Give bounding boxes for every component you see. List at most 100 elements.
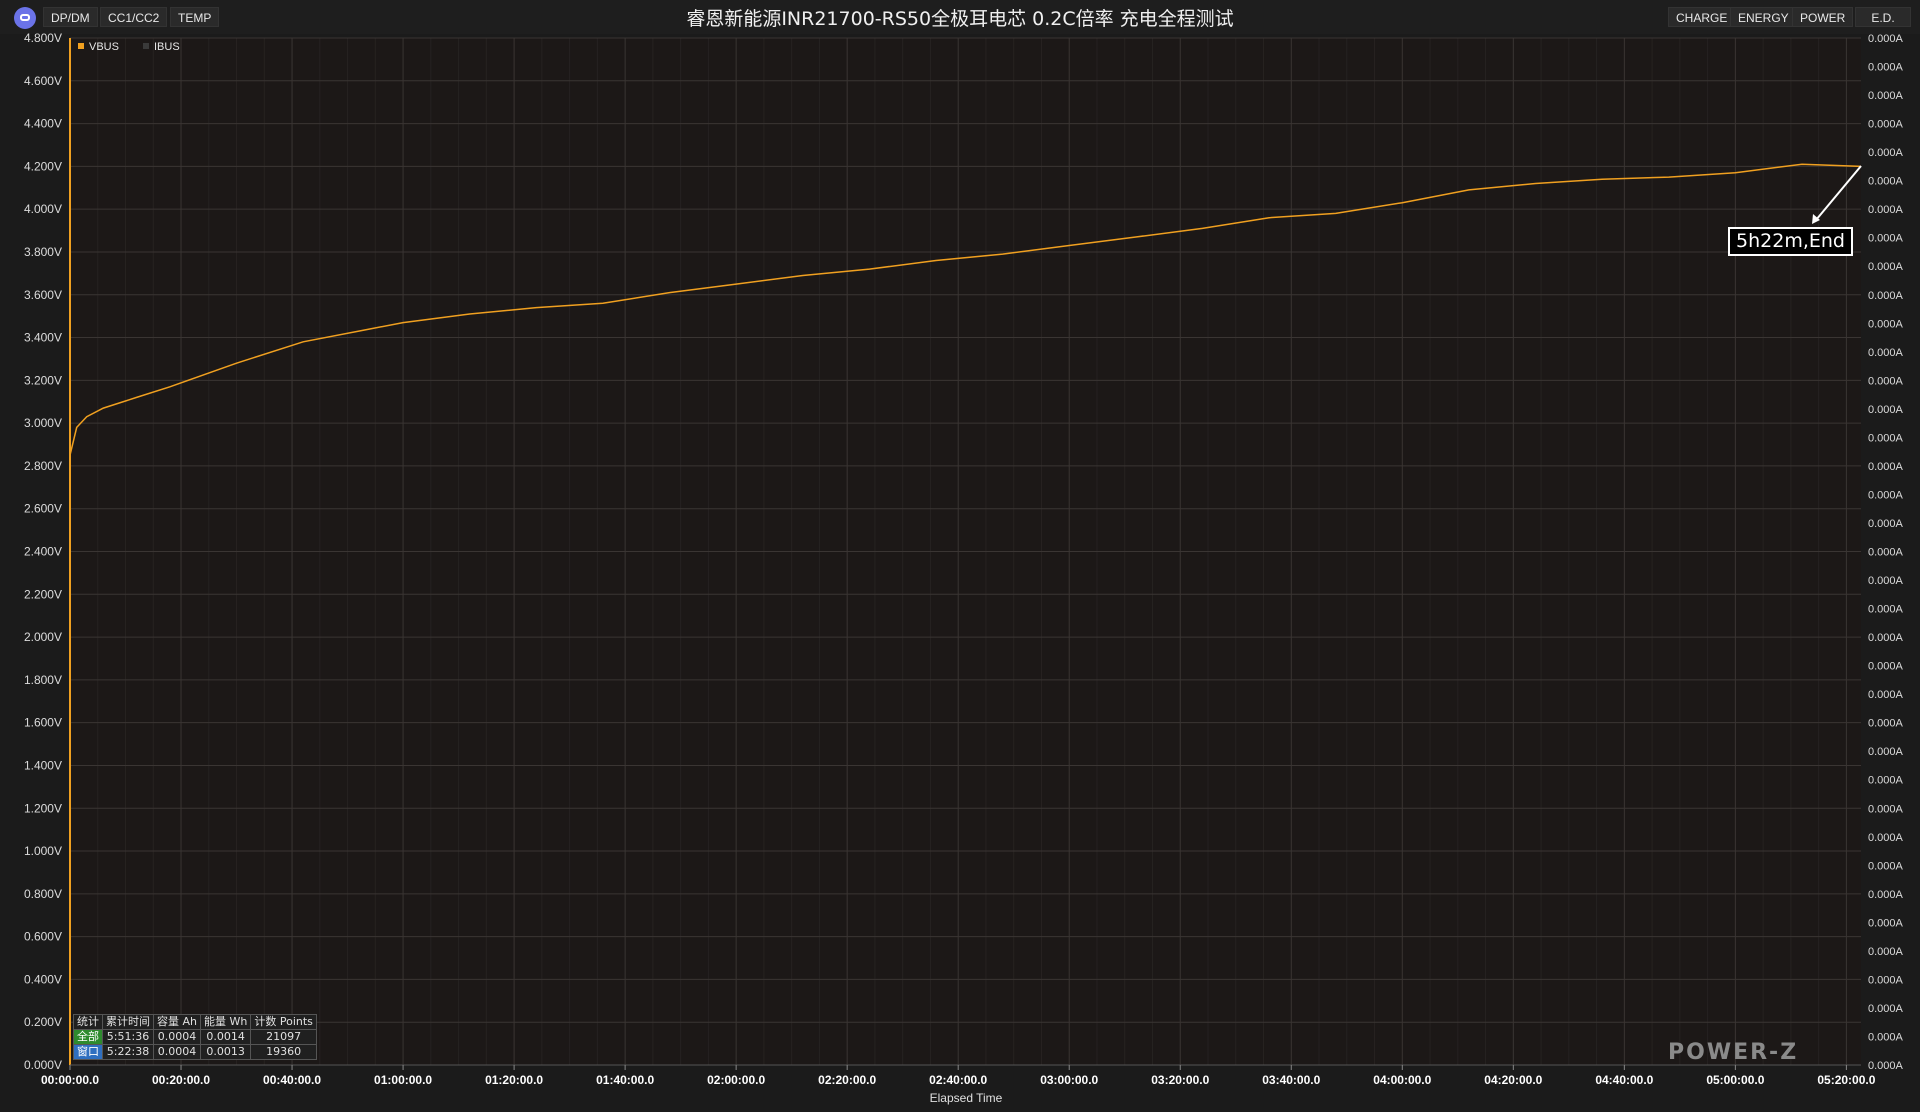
x-tick-label: 03:40:00.0 bbox=[1262, 1073, 1320, 1087]
stats-row-label: 全部 bbox=[73, 1029, 103, 1045]
y2-tick-label: 0.000A bbox=[1868, 1031, 1904, 1043]
stats-capacity: 0.0004 bbox=[153, 1029, 201, 1045]
y2-tick-label: 0.000A bbox=[1868, 147, 1904, 159]
y2-tick-label: 0.000A bbox=[1868, 432, 1904, 444]
y-tick-label: 1.200V bbox=[24, 801, 62, 815]
y2-tick-label: 0.000A bbox=[1868, 661, 1904, 673]
y-tick-label: 4.000V bbox=[24, 202, 62, 216]
y2-tick-label: 0.000A bbox=[1868, 689, 1904, 701]
y-tick-label: 2.200V bbox=[24, 587, 62, 601]
stats-row-label: 窗口 bbox=[73, 1044, 103, 1060]
y-tick-label: 3.400V bbox=[24, 331, 62, 345]
y-tick-label: 4.600V bbox=[24, 74, 62, 88]
y2-tick-label: 0.000A bbox=[1868, 518, 1904, 530]
y-tick-label: 3.200V bbox=[24, 373, 62, 387]
y2-tick-label: 0.000A bbox=[1868, 946, 1904, 958]
y2-tick-label: 0.000A bbox=[1868, 347, 1904, 359]
x-tick-label: 02:40:00.0 bbox=[929, 1073, 987, 1087]
y-tick-label: 0.600V bbox=[24, 930, 62, 944]
stats-header-cell: 计数 Points bbox=[250, 1014, 317, 1030]
x-tick-label: 05:20:00.0 bbox=[1817, 1073, 1875, 1087]
stats-header-cell: 累计时间 bbox=[102, 1014, 154, 1030]
x-tick-label: 00:20:00.0 bbox=[152, 1073, 210, 1087]
y-tick-label: 4.200V bbox=[24, 159, 62, 173]
x-tick-label: 00:00:00.0 bbox=[41, 1073, 99, 1087]
legend-swatch-ibus bbox=[143, 43, 149, 49]
x-tick-label: 01:20:00.0 bbox=[485, 1073, 543, 1087]
x-axis-label: Elapsed Time bbox=[930, 1091, 1003, 1105]
stats-time: 5:51:36 bbox=[102, 1029, 154, 1045]
legend-label-ibus[interactable]: IBUS bbox=[154, 41, 180, 53]
y2-tick-label: 0.000A bbox=[1868, 917, 1904, 929]
annotation-box: 5h22m,End bbox=[1728, 227, 1853, 256]
y2-tick-label: 0.000A bbox=[1868, 261, 1904, 273]
y-tick-label: 1.800V bbox=[24, 673, 62, 687]
x-tick-label: 03:00:00.0 bbox=[1040, 1073, 1098, 1087]
y-tick-label: 2.400V bbox=[24, 545, 62, 559]
x-tick-label: 03:20:00.0 bbox=[1151, 1073, 1209, 1087]
y-tick-label: 0.400V bbox=[24, 972, 62, 986]
chart-canvas: 0.000V 0.200V 0.400V 0.600V 0.800V 1.000V 1.20… bbox=[24, 31, 1904, 1105]
y-tick-label: 2.000V bbox=[24, 630, 62, 644]
y-tick-label: 0.800V bbox=[24, 887, 62, 901]
stats-header-cell: 能量 Wh bbox=[199, 1014, 252, 1030]
power-z-logo: POWER-Z bbox=[1668, 1040, 1799, 1065]
stats-row-window: 窗口 5:22:38 0.0004 0.0013 19360 bbox=[73, 1044, 317, 1060]
stats-energy: 0.0013 bbox=[199, 1044, 252, 1060]
stats-header-cell: 容量 Ah bbox=[153, 1014, 201, 1030]
y-tick-label: 0.200V bbox=[24, 1015, 62, 1029]
y2-tick-label: 0.000A bbox=[1868, 90, 1904, 102]
y2-tick-label: 0.000A bbox=[1868, 1060, 1904, 1072]
x-tick-label: 05:00:00.0 bbox=[1706, 1073, 1764, 1087]
x-tick-label: 00:40:00.0 bbox=[263, 1073, 321, 1087]
y2-tick-label: 0.000A bbox=[1868, 575, 1904, 587]
y-tick-label: 2.600V bbox=[24, 502, 62, 516]
legend-swatch-vbus bbox=[78, 43, 84, 49]
y2-tick-label: 0.000A bbox=[1868, 718, 1904, 730]
x-tick-label: 02:00:00.0 bbox=[707, 1073, 765, 1087]
stats-header-row: 统计 累计时间 容量 Ah 能量 Wh 计数 Points bbox=[73, 1014, 317, 1030]
y2-tick-label: 0.000A bbox=[1868, 176, 1904, 188]
y2-tick-label: 0.000A bbox=[1868, 604, 1904, 616]
y2-tick-label: 0.000A bbox=[1868, 489, 1904, 501]
y2-tick-label: 0.000A bbox=[1868, 375, 1904, 387]
y2-tick-label: 0.000A bbox=[1868, 119, 1904, 131]
stats-energy: 0.0014 bbox=[199, 1029, 252, 1045]
x-axis: 00:00:00.0 00:20:00.0 00:40:00.0 01:00:00.0… bbox=[41, 1064, 1876, 1087]
stats-points: 21097 bbox=[250, 1029, 317, 1045]
y2-tick-label: 0.000A bbox=[1868, 547, 1904, 559]
y-tick-label: 1.600V bbox=[24, 716, 62, 730]
y2-tick-label: 0.000A bbox=[1868, 803, 1904, 815]
y2-tick-label: 0.000A bbox=[1868, 775, 1904, 787]
stats-header-cell: 统计 bbox=[73, 1014, 103, 1030]
y2-tick-label: 0.000A bbox=[1868, 233, 1904, 245]
y-tick-label: 4.400V bbox=[24, 117, 62, 131]
y2-tick-label: 0.000A bbox=[1868, 290, 1904, 302]
y-tick-label: 3.600V bbox=[24, 288, 62, 302]
y-axis-left: 0.000V 0.200V 0.400V 0.600V 0.800V 1.000V 1.20… bbox=[24, 31, 71, 1072]
stats-row-all: 全部 5:51:36 0.0004 0.0014 21097 bbox=[73, 1029, 317, 1045]
x-tick-label: 04:20:00.0 bbox=[1484, 1073, 1542, 1087]
y-tick-label: 4.800V bbox=[24, 31, 62, 45]
stats-time: 5:22:38 bbox=[102, 1044, 154, 1060]
y-tick-label: 1.000V bbox=[24, 844, 62, 858]
y2-tick-label: 0.000A bbox=[1868, 461, 1904, 473]
app-window: DP/DM CC1/CC2 TEMP 睿恩新能源INR21700-RS50全极耳… bbox=[0, 0, 1920, 1112]
y2-tick-label: 0.000A bbox=[1868, 974, 1904, 986]
stats-table: 统计 累计时间 容量 Ah 能量 Wh 计数 Points 全部 5:51:36… bbox=[73, 1014, 317, 1060]
y-tick-label: 3.800V bbox=[24, 245, 62, 259]
y2-tick-label: 0.000A bbox=[1868, 1003, 1904, 1015]
x-tick-label: 01:40:00.0 bbox=[596, 1073, 654, 1087]
y2-tick-label: 0.000A bbox=[1868, 889, 1904, 901]
x-tick-label: 02:20:00.0 bbox=[818, 1073, 876, 1087]
y2-tick-label: 0.000A bbox=[1868, 860, 1904, 872]
y-axis-right: 0.000A 0.000A 0.000A 0.000A 0.000A 0.000A 0.00… bbox=[1868, 33, 1904, 1072]
legend-label-vbus[interactable]: VBUS bbox=[89, 41, 119, 53]
y2-tick-label: 0.000A bbox=[1868, 62, 1904, 74]
x-tick-label: 04:40:00.0 bbox=[1595, 1073, 1653, 1087]
x-tick-label: 01:00:00.0 bbox=[374, 1073, 432, 1087]
y-tick-label: 3.000V bbox=[24, 416, 62, 430]
y2-tick-label: 0.000A bbox=[1868, 204, 1904, 216]
x-tick-label: 04:00:00.0 bbox=[1373, 1073, 1431, 1087]
y2-tick-label: 0.000A bbox=[1868, 318, 1904, 330]
